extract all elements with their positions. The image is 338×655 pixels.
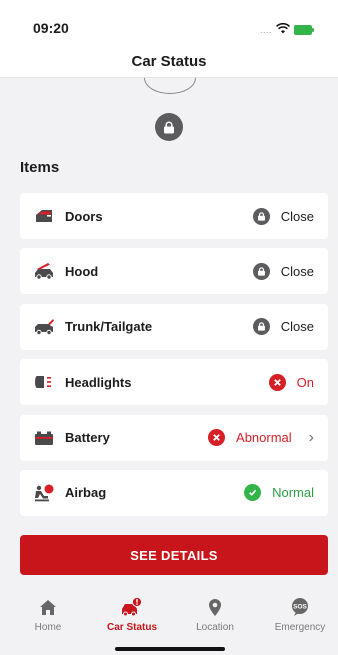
- headlight-icon: [33, 373, 55, 391]
- svg-text:SOS: SOS: [293, 604, 307, 611]
- tab-label: Location: [196, 622, 234, 633]
- car-battery-icon: [33, 429, 55, 447]
- see-details-button[interactable]: SEE DETAILS: [20, 535, 328, 575]
- error-x-icon: [208, 429, 226, 447]
- tab-emergency[interactable]: SOS Emergency: [265, 597, 335, 633]
- list-item-headlights[interactable]: Headlights On: [20, 359, 328, 406]
- error-x-icon: [268, 373, 286, 391]
- list-item-label: Trunk/Tailgate: [65, 319, 153, 335]
- status-indicators: ....: [259, 21, 314, 39]
- list-item-airbag[interactable]: Airbag Normal: [20, 469, 328, 516]
- car-hood-icon: [33, 262, 55, 281]
- status-text: Close: [280, 208, 314, 224]
- status-value: On: [268, 373, 314, 391]
- list-item-hood[interactable]: Hood Close: [20, 248, 328, 295]
- status-value: Close: [252, 207, 314, 225]
- tab-bar: Home Car Status Location SOS Emergency: [0, 588, 338, 655]
- status-text: On: [296, 374, 314, 390]
- list-item-label: Battery: [65, 430, 110, 446]
- status-value: Normal: [244, 484, 314, 502]
- location-pin-icon: [180, 597, 250, 617]
- page-title: Car Status: [131, 53, 207, 70]
- car-trunk-icon: [33, 318, 55, 336]
- lock-icon: [252, 207, 270, 225]
- lock-icon: [164, 121, 174, 133]
- tab-label: Home: [34, 622, 62, 633]
- car-door-icon: [33, 207, 55, 225]
- tab-location[interactable]: Location: [180, 597, 250, 633]
- status-text: Close: [280, 319, 314, 335]
- list-item-label: Doors: [65, 208, 103, 224]
- home-icon: [13, 597, 83, 617]
- tab-label: Emergency: [274, 622, 326, 633]
- car-lock-button[interactable]: [155, 113, 183, 141]
- status-list: Doors Close Hood Close Trunk/Tailgate Cl…: [20, 193, 328, 525]
- list-item-battery[interactable]: Battery Abnormal ›: [20, 414, 328, 461]
- status-value: Close: [252, 318, 314, 336]
- lock-icon: [252, 318, 270, 336]
- tab-car-status[interactable]: Car Status: [97, 597, 167, 633]
- airbag-icon: [33, 484, 55, 502]
- sos-icon: SOS: [265, 597, 335, 617]
- list-item-trunk[interactable]: Trunk/Tailgate Close: [20, 303, 328, 350]
- status-text: Close: [280, 263, 314, 279]
- section-title: Items: [20, 159, 60, 176]
- home-indicator[interactable]: [115, 647, 225, 651]
- list-item-doors[interactable]: Doors Close: [20, 193, 328, 239]
- nav-header: Car Status: [0, 46, 338, 78]
- lock-icon: [252, 262, 270, 280]
- car-illustration: [144, 78, 196, 94]
- car-alert-icon: [97, 597, 167, 617]
- status-text: Normal: [272, 485, 314, 501]
- wifi-icon: [276, 21, 290, 39]
- signal-dots: ....: [259, 25, 272, 35]
- tab-label: Car Status: [106, 622, 157, 633]
- list-item-label: Headlights: [65, 374, 132, 390]
- status-time: 09:20: [33, 20, 69, 36]
- status-value: Abnormal ›: [208, 429, 314, 447]
- status-text: Abnormal: [236, 430, 292, 446]
- tab-home[interactable]: Home: [13, 597, 83, 633]
- battery-charging-icon: [294, 25, 314, 35]
- status-bar: 09:20 ....: [0, 0, 338, 46]
- list-item-label: Airbag: [65, 485, 107, 501]
- check-icon: [244, 484, 262, 502]
- chevron-right-icon: ›: [308, 428, 314, 446]
- status-value: Close: [252, 262, 314, 280]
- list-item-label: Hood: [65, 263, 99, 279]
